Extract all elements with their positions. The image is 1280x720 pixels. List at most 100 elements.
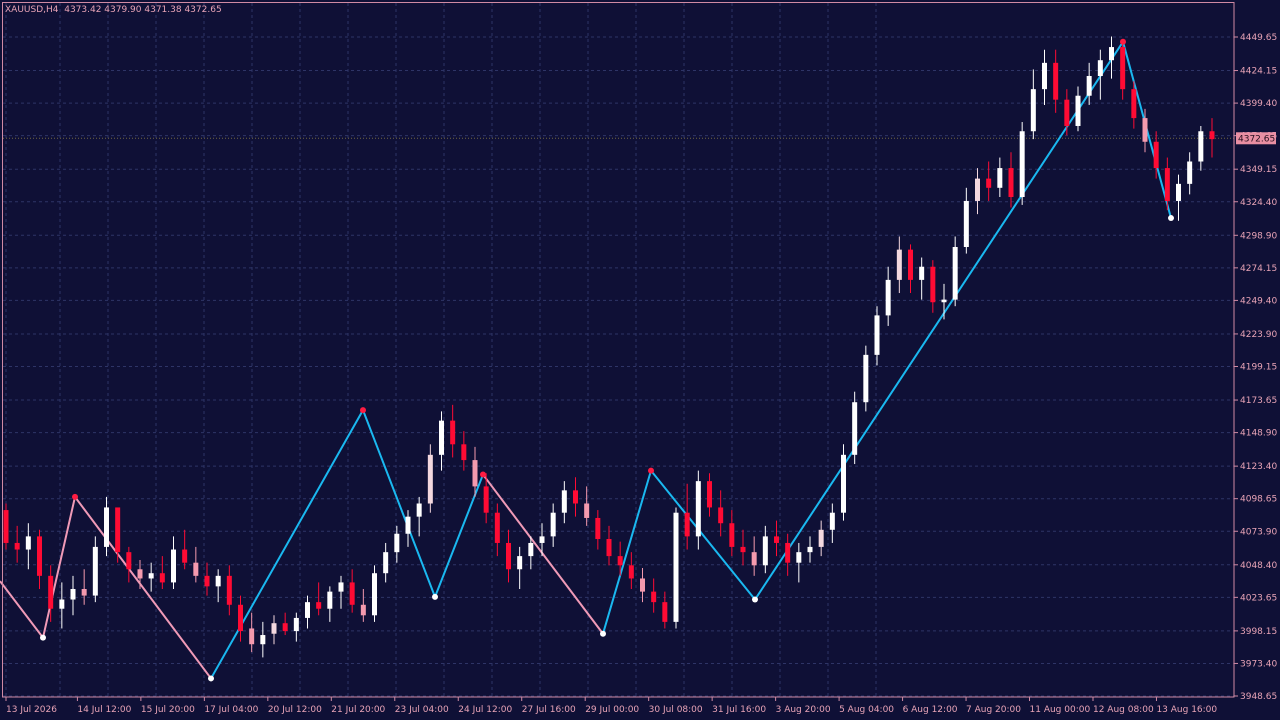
candle — [383, 542, 389, 583]
time-tick-label: 6 Aug 12:00 — [903, 705, 958, 715]
candle-body — [640, 578, 645, 592]
candle-body — [617, 556, 623, 566]
candle-body — [718, 507, 724, 524]
candle — [774, 520, 779, 557]
candle-body — [282, 623, 288, 632]
candle-body — [70, 588, 76, 600]
chart-frame — [2, 2, 1235, 698]
zigzag-segment — [602, 40, 1172, 634]
candle-body — [3, 510, 9, 543]
grid-lines — [3, 3, 1234, 697]
candle — [305, 595, 310, 629]
candle — [1187, 152, 1193, 195]
time-tick-label: 20 Jul 12:00 — [268, 705, 322, 715]
price-tick-label: 4199.15 — [1240, 363, 1277, 373]
candle-body — [1187, 161, 1193, 184]
candle-body — [1008, 168, 1014, 198]
candle — [1097, 49, 1103, 100]
price-tick-label: 3948.65 — [1240, 692, 1277, 702]
candle — [740, 529, 746, 566]
price-tick-label: 3973.40 — [1240, 659, 1277, 669]
candle-body — [1064, 99, 1070, 126]
candle — [271, 615, 277, 645]
time-tick-label: 27 Jul 16:00 — [522, 705, 576, 715]
candle-body — [148, 573, 154, 579]
candle — [852, 391, 858, 465]
candle-body — [1030, 89, 1036, 132]
candle — [1019, 122, 1025, 205]
candle — [1008, 152, 1014, 208]
candle — [818, 520, 824, 557]
candle-body — [695, 481, 701, 537]
candles — [3, 36, 1215, 658]
candle — [293, 612, 299, 642]
candle-body — [1176, 183, 1181, 201]
candle — [126, 546, 132, 583]
candle — [92, 536, 98, 603]
candle-body — [561, 490, 567, 513]
candle-body — [885, 279, 891, 316]
candle — [896, 236, 902, 294]
candle-body — [104, 507, 109, 547]
swing-low-marker — [752, 596, 758, 603]
price-tick-label: 4324.40 — [1240, 198, 1277, 208]
candle-body — [1198, 131, 1204, 162]
candle-body — [260, 635, 266, 645]
candle — [517, 546, 523, 589]
candle — [25, 523, 31, 570]
candle-body — [1131, 89, 1137, 119]
candle — [338, 575, 344, 609]
candle-body — [405, 516, 411, 534]
price-tick-label: 4148.90 — [1240, 429, 1277, 439]
candle — [573, 477, 578, 517]
price-tick-label: 4424.15 — [1240, 67, 1277, 77]
price-chart[interactable]: 4449.654424.154399.404374.654349.154324.… — [0, 0, 1280, 720]
chart-window[interactable]: 4449.654424.154399.404374.654349.154324.… — [0, 0, 1280, 720]
candle-body — [215, 575, 221, 587]
candle-body — [383, 552, 389, 574]
candle-body — [360, 604, 366, 616]
candle — [550, 503, 556, 547]
candle-body — [25, 536, 31, 550]
candle-body — [59, 599, 65, 609]
candle — [595, 510, 601, 550]
swing-high-marker — [72, 493, 78, 500]
candle — [997, 157, 1003, 198]
swing-high-marker — [1120, 38, 1126, 45]
candle-body — [1042, 62, 1047, 90]
candle-body — [316, 602, 322, 609]
candle-body — [539, 536, 545, 543]
candle-body — [874, 315, 880, 355]
candle-body — [684, 512, 690, 537]
candle-body — [729, 523, 735, 547]
candle-body — [896, 249, 902, 280]
candle — [986, 161, 992, 201]
candle-body — [293, 617, 299, 632]
candle-body — [707, 481, 712, 508]
time-tick-label: 12 Aug 08:00 — [1093, 705, 1154, 715]
candle-body — [193, 562, 199, 576]
candle — [3, 503, 9, 550]
swing-high-marker — [480, 471, 486, 478]
candle-body — [137, 569, 143, 579]
price-tick-label: 4349.15 — [1240, 165, 1277, 175]
candle — [863, 345, 869, 412]
candle-body — [349, 582, 355, 605]
candle-body — [1153, 141, 1159, 169]
time-axis[interactable]: 13 Jul 2026 14 Jul 12:00 15 Jul 20:00 17 Ju… — [5, 697, 1217, 715]
candle-body — [662, 602, 668, 622]
candle-body — [249, 628, 255, 645]
swing-high-marker — [360, 407, 366, 414]
candle-body — [941, 299, 947, 303]
time-tick-label: 30 Jul 08:00 — [649, 705, 703, 715]
candle-body — [427, 454, 433, 504]
candle-body — [673, 512, 679, 622]
candle-body — [774, 536, 779, 543]
candle — [327, 586, 333, 622]
candle — [193, 546, 199, 583]
price-tick-label: 4223.90 — [1240, 330, 1277, 340]
candle — [1109, 36, 1114, 79]
candle-body — [48, 575, 54, 609]
candle-body — [305, 602, 310, 618]
candle — [70, 575, 76, 616]
